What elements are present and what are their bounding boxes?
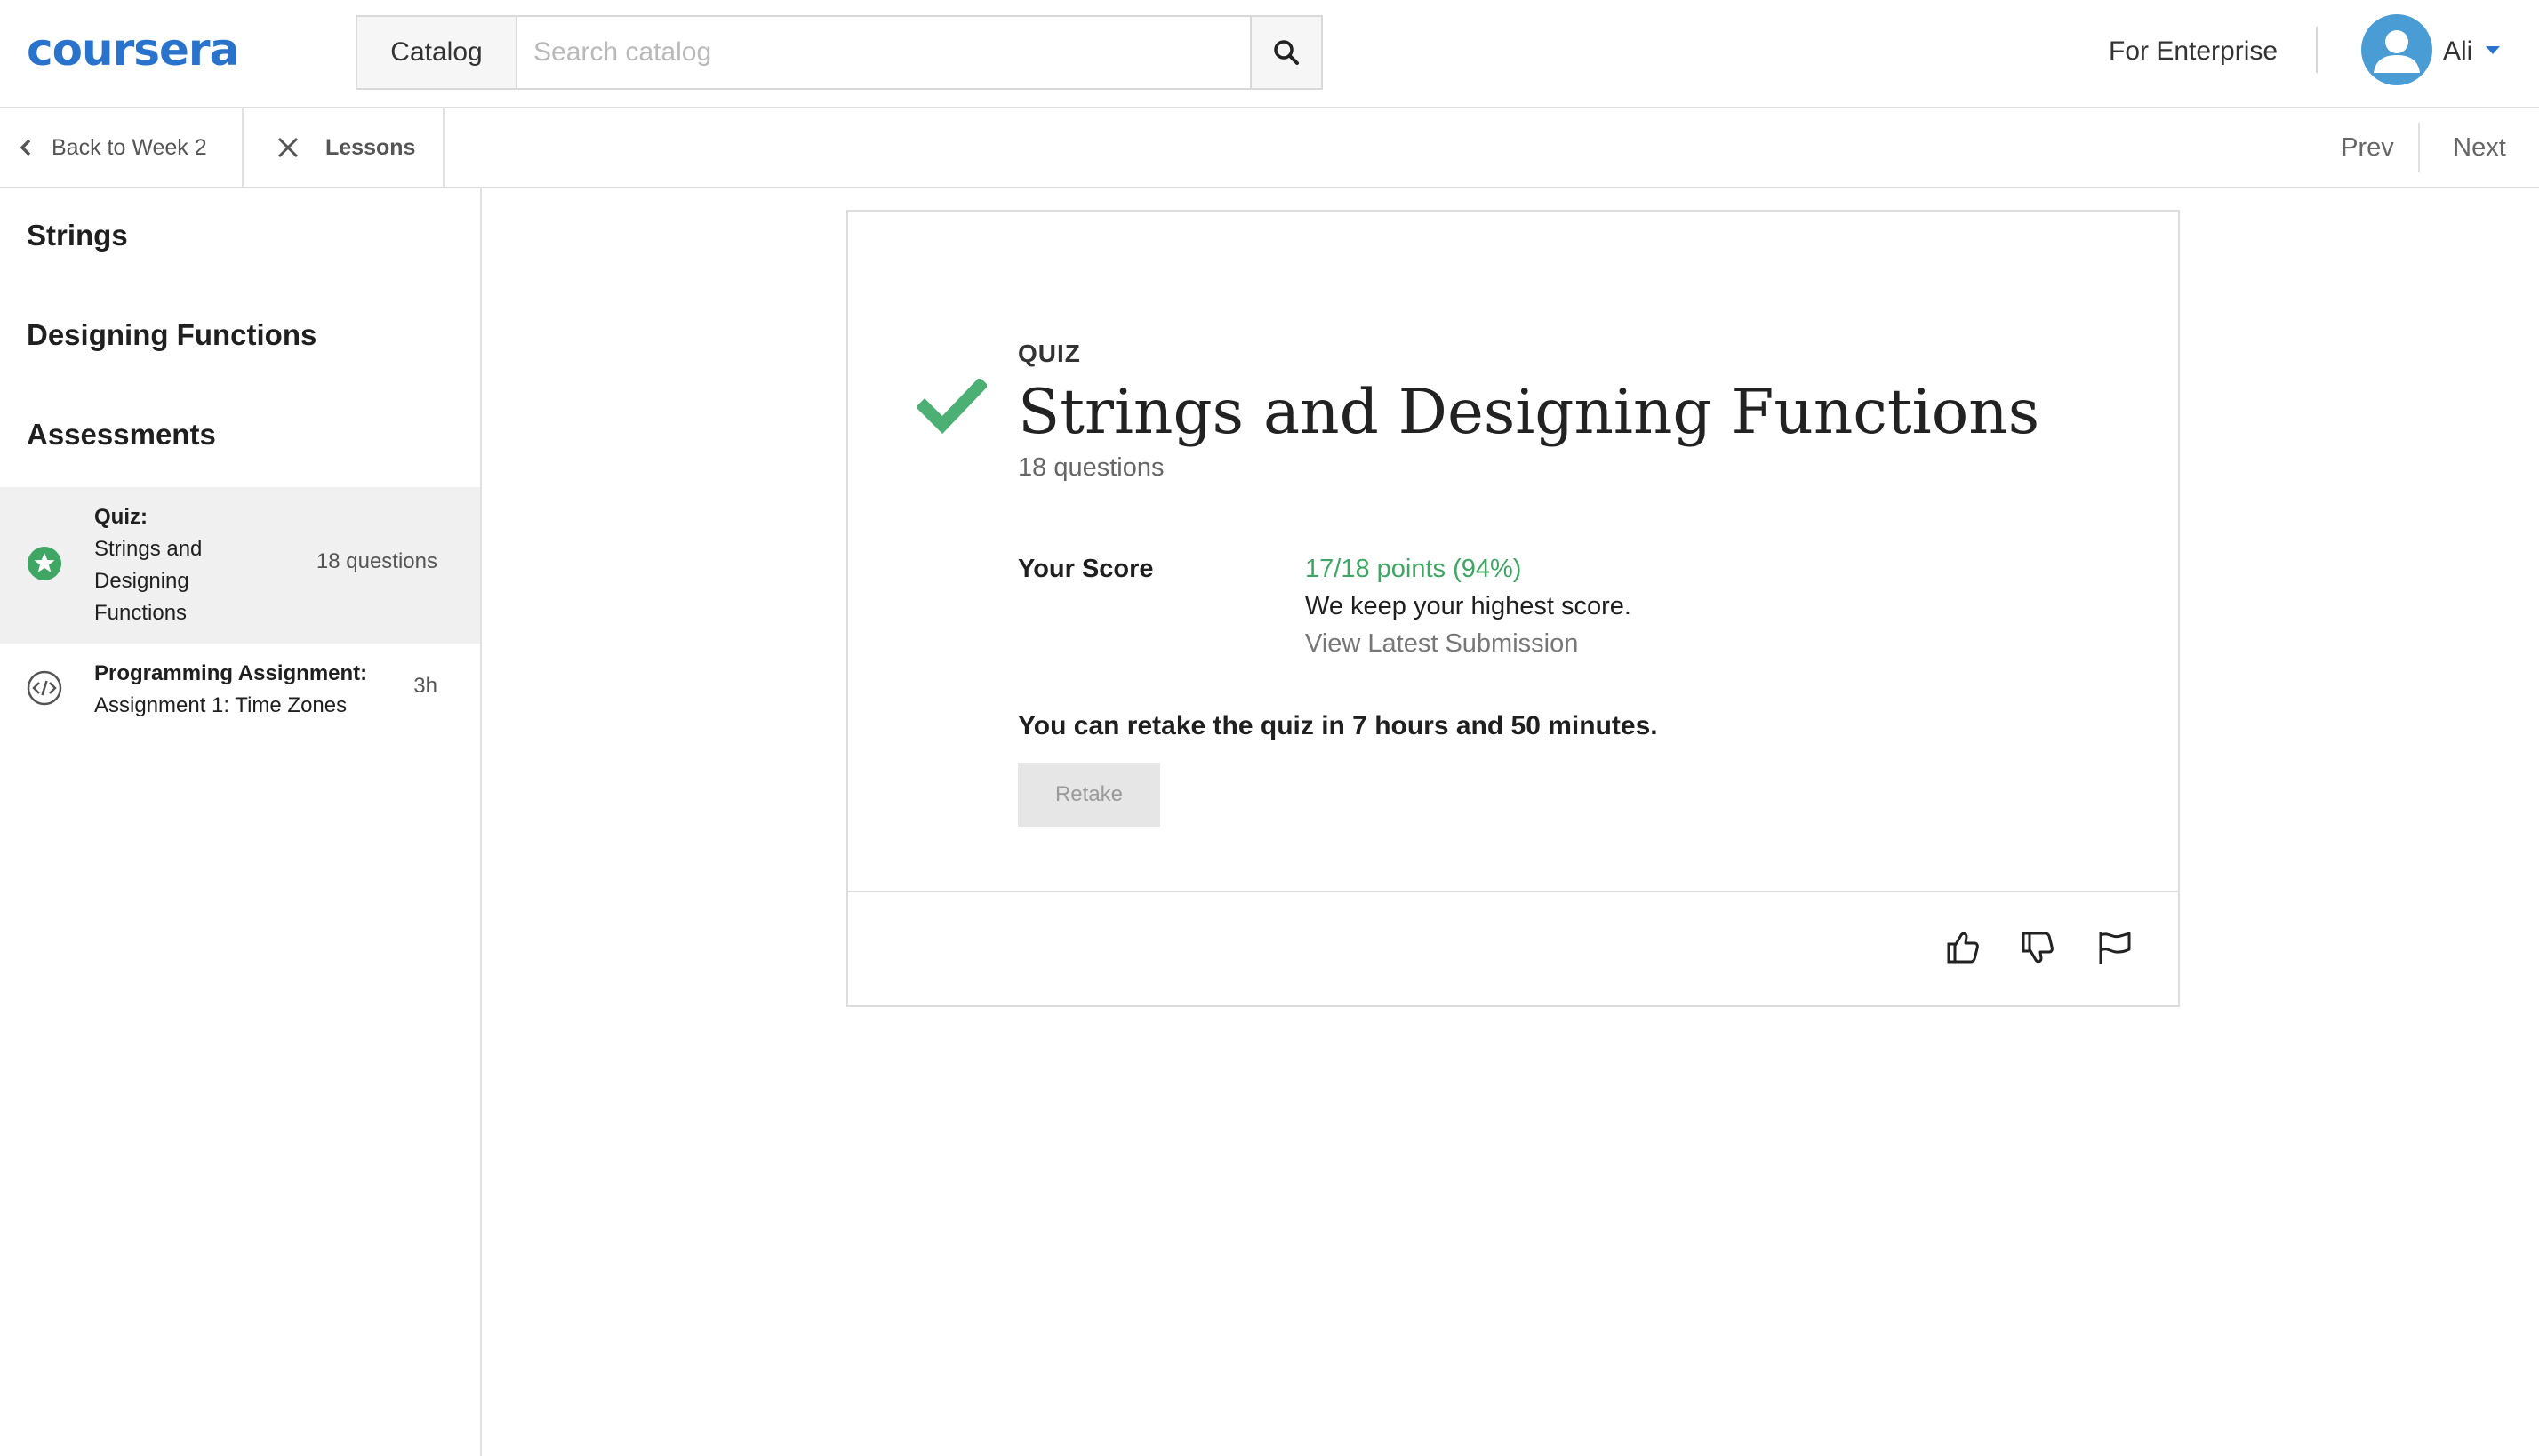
thumbs-down-icon[interactable] xyxy=(2018,928,2057,967)
prev-button[interactable]: Prev xyxy=(2317,108,2418,187)
sidebar-item-kind: Quiz: xyxy=(94,505,148,529)
top-header: coursera Catalog For Enterprise Ali xyxy=(0,0,2539,108)
back-to-week-label: Back to Week 2 xyxy=(52,134,207,160)
lesson-sidebar: Strings Designing Functions Assessments … xyxy=(0,188,482,1456)
lessons-toggle-button[interactable]: Lessons xyxy=(244,108,445,187)
thumbs-up-icon[interactable] xyxy=(1943,928,1982,967)
view-latest-submission-link[interactable]: View Latest Submission xyxy=(1305,629,1578,659)
next-button[interactable]: Next xyxy=(2420,108,2539,187)
for-enterprise-link[interactable]: For Enterprise xyxy=(2109,34,2278,69)
sidebar-item-meta: 18 questions xyxy=(316,549,437,573)
search-icon xyxy=(1274,40,1299,65)
sidebar-item-title-line: Assignment 1: Time Zones xyxy=(94,693,348,717)
back-to-week-button[interactable]: Back to Week 2 xyxy=(0,108,244,187)
sidebar-item-title-line: Strings and xyxy=(94,537,203,561)
quiz-title: Strings and Designing Functions xyxy=(1018,377,2040,448)
star-badge-icon xyxy=(28,547,61,580)
coursera-logo[interactable]: coursera xyxy=(27,23,239,76)
search-bar: Catalog xyxy=(356,15,1323,90)
chevron-left-icon xyxy=(20,139,31,156)
sidebar-item-quiz[interactable]: Quiz: Strings and Designing Functions 18… xyxy=(0,487,480,644)
sidebar-item-kind: Programming Assignment: xyxy=(94,661,368,685)
retake-message: You can retake the quiz in 7 hours and 5… xyxy=(1018,711,1658,740)
section-title-strings[interactable]: Strings xyxy=(27,219,128,252)
sidebar-item-title-line: Functions xyxy=(94,601,188,625)
retake-button[interactable]: Retake xyxy=(1018,763,1160,827)
sidebar-item-text: Programming Assignment: Assignment 1: Ti… xyxy=(94,658,367,722)
user-avatar[interactable] xyxy=(2361,14,2432,85)
flag-icon[interactable] xyxy=(2095,928,2135,967)
checkmark-icon xyxy=(917,379,987,434)
header-divider xyxy=(2316,27,2318,73)
code-icon xyxy=(27,670,62,706)
section-title-designing-functions[interactable]: Designing Functions xyxy=(27,318,316,352)
sidebar-item-title-line: Designing xyxy=(94,569,189,593)
user-icon xyxy=(2374,30,2420,73)
catalog-button[interactable]: Catalog xyxy=(357,17,517,88)
score-value: 17/18 points (94%) xyxy=(1305,555,1522,583)
section-title-assessments[interactable]: Assessments xyxy=(27,418,216,452)
quiz-question-count: 18 questions xyxy=(1018,453,1165,482)
sidebar-item-meta: 3h xyxy=(413,674,437,698)
close-icon xyxy=(277,137,299,158)
user-name[interactable]: Ali xyxy=(2443,34,2472,69)
search-button[interactable] xyxy=(1250,17,1321,88)
lessons-label: Lessons xyxy=(325,134,416,160)
sidebar-item-programming-assignment[interactable]: Programming Assignment: Assignment 1: Ti… xyxy=(0,644,480,736)
quiz-summary-card: QUIZ Strings and Designing Functions 18 … xyxy=(846,210,2180,1007)
sidebar-item-text: Quiz: Strings and Designing Functions xyxy=(94,501,202,629)
chevron-down-icon[interactable] xyxy=(2486,46,2500,54)
search-input[interactable] xyxy=(517,17,1250,88)
score-note: We keep your highest score. xyxy=(1305,592,1631,620)
item-navigation-bar: Back to Week 2 Lessons Prev Next xyxy=(0,108,2539,188)
quiz-type-label: QUIZ xyxy=(1018,340,1081,367)
score-label: Your Score xyxy=(1018,555,1154,583)
